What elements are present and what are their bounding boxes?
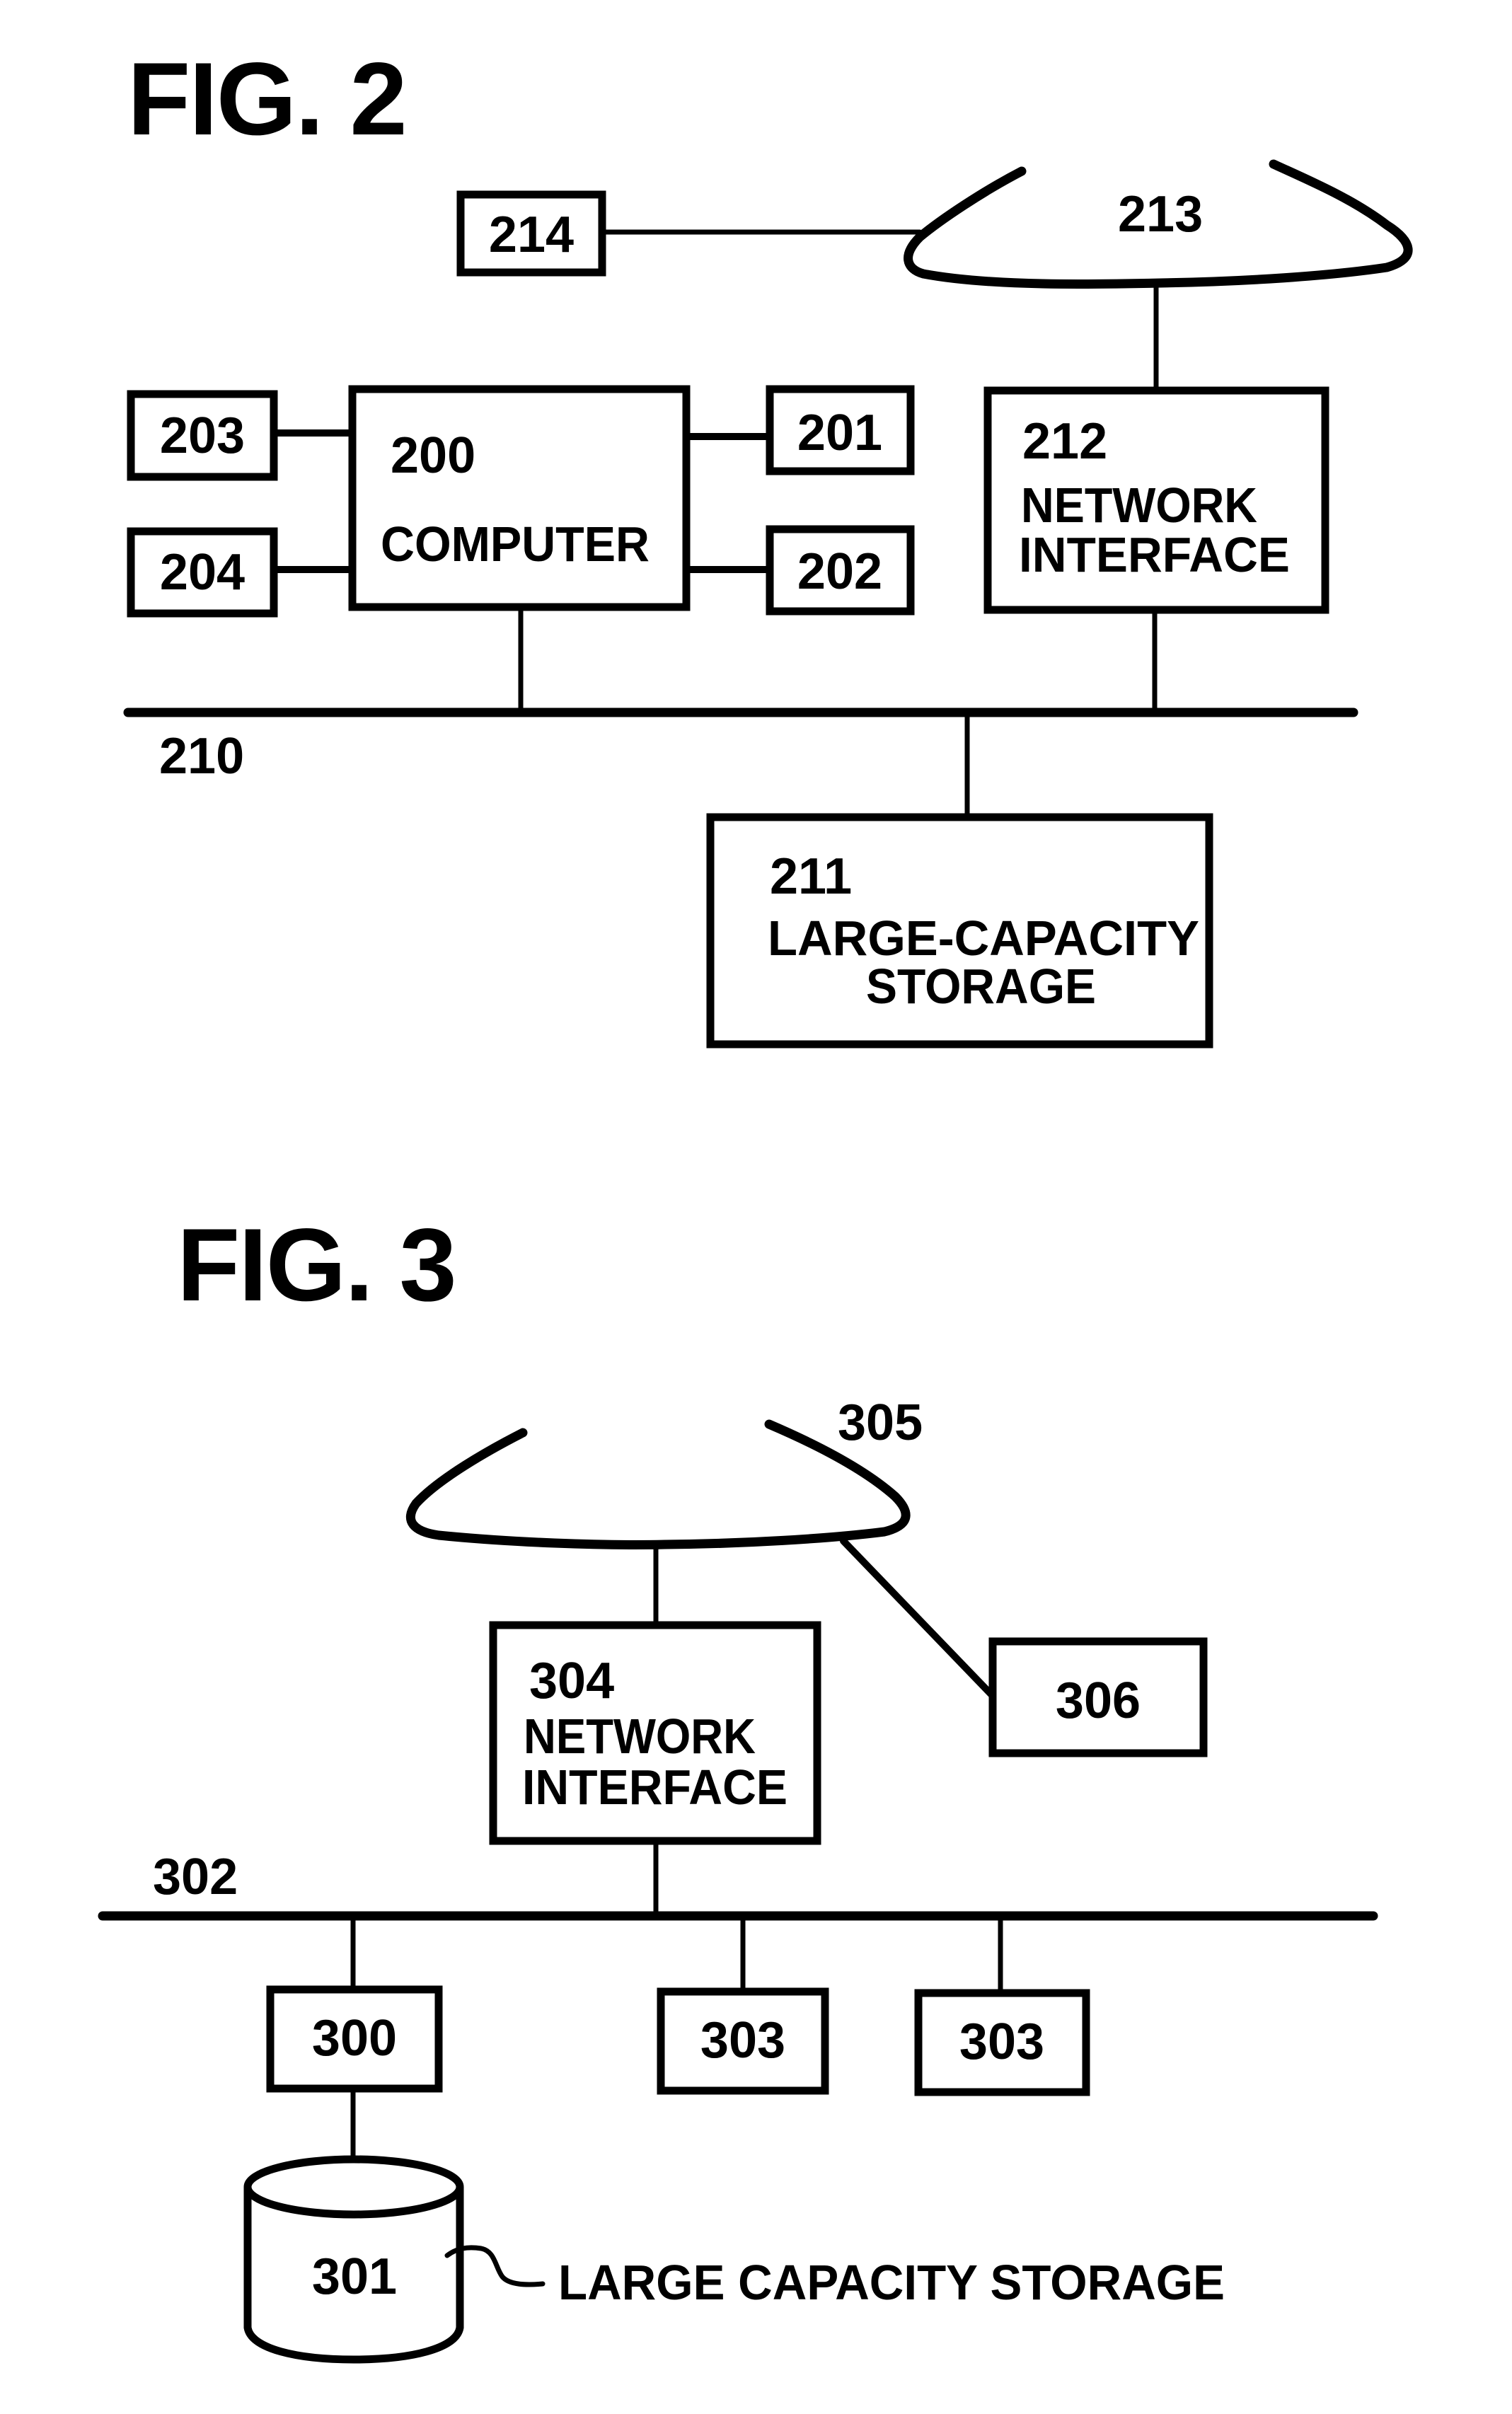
device-202: 202: [766, 525, 915, 616]
storage-211-line2: STORAGE: [866, 959, 1096, 1014]
figure-2: FIG. 2 210 213 214 203 204 200 COMPUTER …: [123, 41, 1413, 1049]
device-306-label: 306: [1056, 1673, 1141, 1729]
bus-210-label: 210: [159, 728, 244, 785]
figure-2-title: FIG. 2: [127, 41, 406, 156]
device-204: 204: [127, 527, 278, 618]
bus-302-label: 302: [153, 1849, 238, 1905]
server-300-label: 300: [312, 2010, 397, 2067]
device-214: 214: [456, 190, 606, 277]
device-201-label: 201: [797, 405, 882, 461]
storage-211-ref: 211: [770, 848, 852, 905]
patent-drawing-sheet: FIG. 2 210 213 214 203 204 200 COMPUTER …: [98, 41, 1413, 2364]
network-interface-212: 212 NETWORK INTERFACE: [983, 386, 1329, 614]
server-300: 300: [266, 1985, 443, 2093]
network-305-label: 305: [838, 1394, 923, 1451]
device-201: 201: [766, 385, 915, 475]
computer-200-ref: 200: [391, 427, 475, 484]
device-214-label: 214: [489, 207, 574, 263]
terminal-303-a: 303: [657, 1987, 829, 2095]
storage-301-callout: LARGE CAPACITY STORAGE: [558, 2255, 1225, 2310]
device-202-label: 202: [797, 543, 882, 600]
device-306: 306: [988, 1637, 1208, 1757]
network-interface-212-line1: NETWORK: [1021, 478, 1257, 533]
storage-211-line1: LARGE-CAPACITY: [768, 911, 1199, 966]
device-203-label: 203: [160, 408, 245, 464]
terminal-303-a-label: 303: [700, 2012, 785, 2069]
network-interface-212-ref: 212: [1022, 413, 1107, 470]
network-interface-304: 304 NETWORK INTERFACE: [489, 1621, 821, 1845]
network-305-shape: [405, 1419, 911, 1549]
network-interface-212-line2: INTERFACE: [1019, 527, 1290, 582]
network-interface-304-line2: INTERFACE: [522, 1760, 787, 1815]
terminal-303-b: 303: [914, 1989, 1090, 2096]
figure-3: FIG. 3 305 302 304 NETWORK INTERFACE 306: [98, 1207, 1378, 2364]
figure-3-title: FIG. 3: [177, 1207, 456, 1322]
computer-200-label: COMPUTER: [381, 516, 650, 572]
storage-301-label: 301: [312, 2248, 397, 2305]
network-interface-304-ref: 304: [529, 1653, 614, 1709]
network-213-label: 213: [1118, 186, 1203, 243]
storage-301-cylinder: 301: [243, 2155, 464, 2364]
link-network-to-306: [840, 1537, 996, 1699]
device-204-label: 204: [160, 544, 245, 601]
terminal-303-b-label: 303: [959, 2014, 1044, 2070]
computer-200: 200 COMPUTER: [348, 385, 691, 611]
storage-211: 211 LARGE-CAPACITY STORAGE: [706, 813, 1213, 1049]
network-interface-304-line1: NETWORK: [524, 1709, 756, 1764]
device-203: 203: [127, 390, 278, 481]
